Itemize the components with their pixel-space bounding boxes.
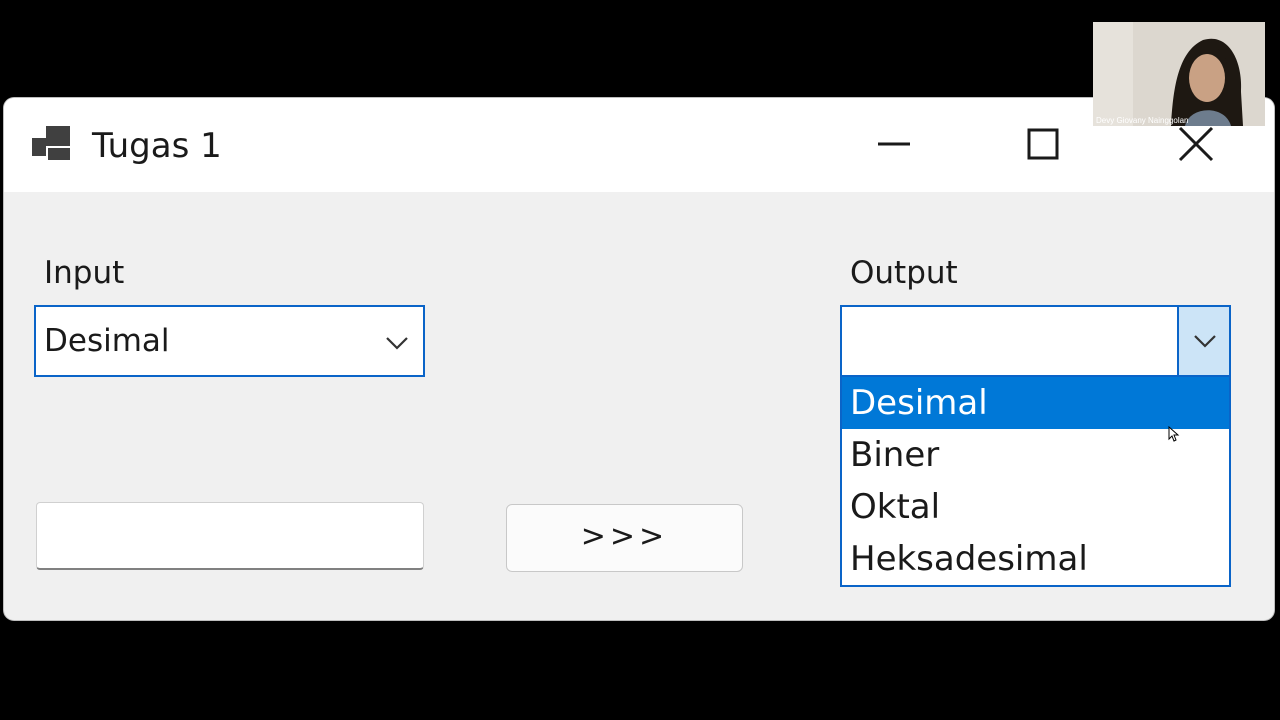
input-combo-value: Desimal [44, 323, 170, 359]
participant-name: Devy Giovany Nainggolan [1096, 116, 1189, 125]
input-base-combobox[interactable]: Desimal [34, 305, 425, 377]
title-bar[interactable]: Tugas 1 [4, 98, 1274, 192]
output-label: Output [850, 255, 958, 291]
dropdown-option-heksadesimal[interactable]: Heksadesimal [842, 533, 1229, 585]
output-dropdown-button[interactable] [1177, 307, 1229, 375]
application-window-icon [32, 126, 72, 162]
dropdown-option-desimal[interactable]: Desimal [842, 377, 1229, 429]
input-label: Input [44, 255, 125, 291]
app-window: Tugas 1 Input Output Desimal Desimal Bin… [4, 98, 1274, 620]
maximize-icon [1027, 128, 1059, 160]
chevron-down-icon [1194, 335, 1216, 348]
window-title: Tugas 1 [92, 126, 222, 166]
webcam-overlay: Devy Giovany Nainggolan [1093, 22, 1265, 126]
participant-video-icon [1093, 22, 1265, 126]
output-dropdown-list: Desimal Biner Oktal Heksadesimal [840, 375, 1231, 587]
dropdown-option-oktal[interactable]: Oktal [842, 481, 1229, 533]
convert-button[interactable]: >>> [506, 504, 743, 572]
mouse-cursor-icon [1168, 425, 1180, 442]
value-input-field[interactable] [36, 502, 424, 570]
minimize-button[interactable] [864, 118, 924, 170]
output-base-combobox[interactable] [840, 305, 1231, 377]
minimize-icon [878, 142, 910, 146]
chevron-down-icon[interactable] [381, 327, 413, 359]
maximize-button[interactable] [1014, 118, 1074, 170]
